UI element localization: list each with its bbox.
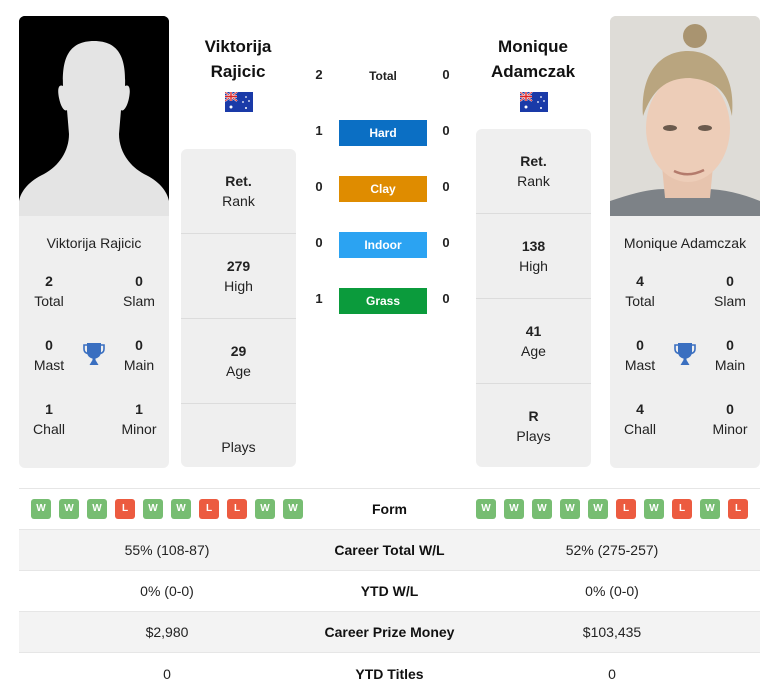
- titles-minor: 0 Minor: [712, 401, 748, 437]
- player2-career-wl: 52% (275-257): [565, 542, 659, 558]
- rank: Ret. Rank: [476, 129, 591, 214]
- h2h-hard-left: 1: [315, 123, 323, 138]
- player1-form: WWWLWWLLWW: [19, 499, 315, 519]
- h2h-indoor-left: 0: [315, 235, 323, 250]
- titles-minor: 1 Minor: [121, 401, 157, 437]
- player2-card-name: Monique Adamczak: [623, 235, 747, 251]
- titles-mast: 0 Mast: [33, 337, 65, 373]
- form-win-badge[interactable]: W: [588, 499, 608, 519]
- titles-total: 2 Total: [34, 273, 64, 309]
- form-win-badge[interactable]: W: [700, 499, 720, 519]
- player1-photo[interactable]: [19, 16, 169, 216]
- h2h-indoor-right: 0: [442, 235, 450, 250]
- player2-ytd-titles: 0: [608, 665, 616, 682]
- player1-card: Viktorija Rajicic 2 Total 0 Slam 0 Mast 0 Ma…: [19, 16, 169, 468]
- titles-mast: 0 Mast: [624, 337, 656, 373]
- form-row: WWWLWWLLWW Form WWWWWLWLWL: [19, 489, 760, 530]
- ytd-titles-row: 0 YTD Titles 0: [19, 653, 760, 694]
- surface-indoor[interactable]: Indoor: [339, 232, 427, 258]
- form-win-badge[interactable]: W: [255, 499, 275, 519]
- h2h-clay-right: 0: [442, 179, 450, 194]
- trophy-icon: [81, 341, 107, 367]
- h2h-grass-left: 1: [315, 291, 323, 306]
- form-win-badge[interactable]: W: [31, 499, 51, 519]
- surface-grass[interactable]: Grass: [339, 288, 427, 314]
- titles-total: 4 Total: [625, 273, 655, 309]
- player1-prize-money: $2,980: [145, 624, 189, 640]
- form-win-badge[interactable]: W: [59, 499, 79, 519]
- titles-slam: 0 Slam: [714, 273, 746, 309]
- player1-career-wl: 55% (108-87): [124, 542, 210, 558]
- form-loss-badge[interactable]: L: [672, 499, 692, 519]
- surface-hard[interactable]: Hard: [339, 120, 427, 146]
- titles-slam: 0 Slam: [123, 273, 155, 309]
- rank: Ret. Rank: [181, 149, 296, 234]
- form-win-badge[interactable]: W: [504, 499, 524, 519]
- player1-name[interactable]: Viktorija Rajicic: [168, 34, 308, 84]
- plays: Plays: [221, 438, 256, 455]
- form-label: Form: [372, 501, 407, 517]
- player2-form: WWWWWLWLWL: [464, 499, 760, 519]
- career-wl-label: Career Total W/L: [334, 542, 445, 558]
- titles-chall: 4 Chall: [624, 401, 656, 437]
- ytd-wl-row: 0% (0-0) YTD W/L 0% (0-0): [19, 571, 760, 612]
- player1-ytd-wl: 0% (0-0): [140, 583, 194, 599]
- player1-rank-card: Ret. Rank 279 High 29 Age Plays: [181, 149, 296, 467]
- form-win-badge[interactable]: W: [476, 499, 496, 519]
- age: 41 Age: [476, 299, 591, 384]
- player2-name[interactable]: Monique Adamczak: [463, 34, 603, 84]
- h2h-total-right: 0: [442, 67, 450, 82]
- titles-main: 0 Main: [714, 337, 746, 373]
- plays: R Plays: [516, 407, 551, 444]
- form-loss-badge[interactable]: L: [115, 499, 135, 519]
- australia-flag-icon: [519, 91, 548, 112]
- form-win-badge[interactable]: W: [171, 499, 191, 519]
- h2h-clay-left: 0: [315, 179, 323, 194]
- form-loss-badge[interactable]: L: [616, 499, 636, 519]
- h2h-grass-right: 0: [442, 291, 450, 306]
- player1-ytd-titles: 0: [163, 665, 171, 682]
- form-win-badge[interactable]: W: [87, 499, 107, 519]
- titles-chall: 1 Chall: [33, 401, 65, 437]
- high-rank: 138 High: [476, 214, 591, 299]
- career-wl-row: 55% (108-87) Career Total W/L 52% (275-2…: [19, 530, 760, 571]
- form-loss-badge[interactable]: L: [728, 499, 748, 519]
- australia-flag-icon: [224, 91, 253, 112]
- player1-titles: 2 Total 0 Slam 0 Mast 0 Main 1 Chall 1 Minor: [19, 251, 169, 451]
- player2-titles: 4 Total 0 Slam 0 Mast 0 Main 4 Chall 0 Minor: [610, 251, 760, 451]
- age: 29 Age: [181, 319, 296, 404]
- form-win-badge[interactable]: W: [143, 499, 163, 519]
- player2-photo[interactable]: [610, 16, 760, 216]
- ytd-titles-label: YTD Titles: [355, 665, 424, 682]
- player2-rank-card: Ret. Rank 138 High 41 Age R Plays: [476, 129, 591, 467]
- h2h-total-label: Total: [369, 69, 397, 83]
- ytd-wl-label: YTD W/L: [360, 583, 419, 599]
- form-win-badge[interactable]: W: [560, 499, 580, 519]
- h2h-total-left: 2: [315, 67, 323, 82]
- player1-card-name: Viktorija Rajicic: [46, 235, 142, 251]
- form-win-badge[interactable]: W: [644, 499, 664, 519]
- player2-ytd-wl: 0% (0-0): [585, 583, 639, 599]
- form-win-badge[interactable]: W: [283, 499, 303, 519]
- silhouette-icon: [19, 16, 169, 216]
- player2-card: Monique Adamczak 4 Total 0 Slam 0 Mast 0 Mai…: [610, 16, 760, 468]
- form-loss-badge[interactable]: L: [227, 499, 247, 519]
- high-rank: 279 High: [181, 234, 296, 319]
- player2-prize-money: $103,435: [582, 624, 642, 640]
- surface-clay[interactable]: Clay: [339, 176, 427, 202]
- stats-table: WWWLWWLLWW Form WWWWWLWLWL 55% (108-87) …: [19, 488, 760, 694]
- form-win-badge[interactable]: W: [532, 499, 552, 519]
- titles-main: 0 Main: [123, 337, 155, 373]
- form-loss-badge[interactable]: L: [199, 499, 219, 519]
- h2h-hard-right: 0: [442, 123, 450, 138]
- player-portrait-icon: [610, 16, 760, 216]
- prize-money-label: Career Prize Money: [324, 624, 455, 640]
- trophy-icon: [672, 341, 698, 367]
- prize-money-row: $2,980 Career Prize Money $103,435: [19, 612, 760, 653]
